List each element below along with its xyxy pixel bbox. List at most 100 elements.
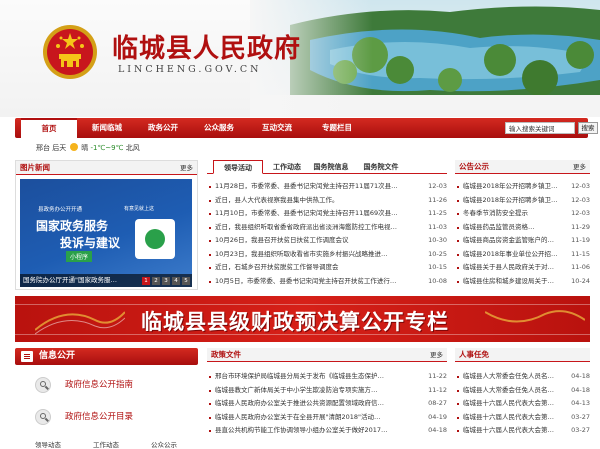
qr-code-icon bbox=[135, 219, 175, 259]
notice-item-date: 11-29 bbox=[571, 222, 590, 231]
search-button[interactable]: 搜索 bbox=[578, 122, 598, 134]
document-icon bbox=[21, 351, 33, 362]
policy-more-link[interactable]: 更多 bbox=[430, 348, 443, 362]
poster-small-text: 县政务办公开开通 bbox=[38, 207, 83, 213]
notice-more-link[interactable]: 更多 bbox=[573, 160, 586, 174]
news-item-date: 10-08 bbox=[428, 276, 447, 285]
tab-state-council-info[interactable]: 国务院信息 bbox=[307, 160, 355, 174]
policy-item[interactable]: 县直公共机构节能工作协调领导小组办公室关于做好2017… 04-18 bbox=[207, 424, 447, 438]
notice-item-date: 11-15 bbox=[571, 249, 590, 258]
sun-icon bbox=[70, 143, 79, 151]
notice-title: 公告公示 bbox=[459, 162, 489, 171]
notice-item-date: 11-06 bbox=[571, 263, 590, 271]
notice-list: 临城县2018年公开招聘乡镇卫… 12-03 临城县2018年公开招聘乡镇卫… 12-… bbox=[455, 180, 590, 288]
notice-item[interactable]: 临城县住房和城乡建设局关于… 10-24 bbox=[455, 275, 590, 289]
tab-work-news[interactable]: 工作动态 bbox=[267, 160, 307, 174]
policy-item[interactable]: 临城县人民政府办公室关于在全县开展"清朗2018"活动… 04-19 bbox=[207, 411, 447, 425]
notice-item[interactable]: 临城县2018年事业单位公开招… 11-15 bbox=[455, 248, 590, 262]
poster-tag: 小程序 bbox=[66, 251, 93, 262]
nav-news[interactable]: 新闻临城 bbox=[79, 118, 135, 138]
photo-page-2[interactable]: 2 bbox=[152, 277, 160, 285]
photo-news-title: 图片新闻 bbox=[20, 163, 50, 172]
site-header: 临城县人民政府 LINCHENG.GOV.CN bbox=[0, 0, 600, 117]
notice-panel: 公告公示 更多 临城县2018年公开招聘乡镇卫… 12-03 临城县2018年公开招… bbox=[455, 160, 590, 290]
site-title: 临城县人民政府 bbox=[112, 34, 302, 64]
news-item[interactable]: 11月10日，市委常委、县委书记宋闰党主持召开11届69次县… 11-25 bbox=[207, 207, 447, 221]
info-guide-label: 政府信息公开指南 bbox=[65, 380, 134, 390]
policy-item-title: 邢台市环境保护局临城县分局关于发布《临城县生态保护… bbox=[215, 372, 384, 380]
news-item[interactable]: 10月5日，市委常委、县委书记宋闰党主持召开扶贫工作进行… 10-08 bbox=[207, 275, 447, 289]
personnel-item[interactable]: 临城县十六届人民代表大会第… 03-27 bbox=[455, 424, 590, 438]
personnel-list: 临城县人大常委会任免人员名… 04-18 临城县人大常委会任免人员名… 04-18 临城… bbox=[455, 370, 590, 438]
policy-title: 政策文件 bbox=[211, 350, 241, 359]
nav-special-topics[interactable]: 专题栏目 bbox=[309, 118, 365, 138]
news-item-title: 10月26日，我县召开扶贫日扶贫工作调度会议 bbox=[215, 236, 349, 244]
info-catalog-link[interactable]: 政府信息公开目录 bbox=[35, 407, 195, 427]
personnel-item[interactable]: 临城县十六届人民代表大会第… 04-13 bbox=[455, 397, 590, 411]
news-item[interactable]: 10月26日，我县召开扶贫日扶贫工作调度会议 10-30 bbox=[207, 234, 447, 248]
policy-item-title: 临城县人民政府办公室关于在全县开展"清朗2018"活动… bbox=[215, 412, 381, 421]
nav-public-service[interactable]: 公众服务 bbox=[191, 118, 247, 138]
news-item-date: 11-25 bbox=[428, 209, 447, 217]
policy-item[interactable]: 临城县人民政府办公室关于推进公共资源配置领域政府信… 08-27 bbox=[207, 397, 447, 411]
notice-item[interactable]: 临城县2018年公开招聘乡镇卫… 12-03 bbox=[455, 180, 590, 194]
nav-interaction[interactable]: 互动交流 bbox=[249, 118, 305, 138]
personnel-item-date: 04-13 bbox=[571, 399, 590, 407]
personnel-item[interactable]: 临城县十六届人民代表大会第… 03-27 bbox=[455, 411, 590, 425]
personnel-header: 人事任免 bbox=[455, 348, 590, 362]
main-nav: 首页 新闻临城 政务公开 公众服务 互动交流 专题栏目 搜索 bbox=[15, 118, 598, 138]
poster-line1: 国家政务服务 bbox=[36, 219, 109, 233]
photo-page-4[interactable]: 4 bbox=[172, 277, 180, 285]
tab-state-council-docs[interactable]: 国务院文件 bbox=[357, 160, 405, 174]
ribbon-decoration-icon bbox=[35, 311, 125, 335]
info-guide-link[interactable]: 政府信息公开指南 bbox=[35, 375, 195, 395]
notice-item-date: 12-03 bbox=[571, 209, 590, 217]
finance-banner-text: 临城县县级财政预决算公开专栏 bbox=[141, 309, 449, 334]
nav-home[interactable]: 首页 bbox=[21, 118, 77, 138]
photo-news-more-link[interactable]: 更多 bbox=[180, 161, 193, 175]
personnel-item[interactable]: 临城县人大常委会任免人员名… 04-18 bbox=[455, 384, 590, 398]
photo-page-1[interactable]: 1 bbox=[142, 277, 150, 285]
news-item[interactable]: 11月28日，市委常委、县委书记宋闰党主持召开11届71次县… 12-03 bbox=[207, 180, 447, 194]
news-item-title: 近日，石城乡召开扶贫脱贫工作督导调度会 bbox=[215, 263, 339, 271]
nav-gov-affairs[interactable]: 政务公开 bbox=[135, 118, 191, 138]
notice-item[interactable]: 临城县商品房资金监管账户的… 11-19 bbox=[455, 234, 590, 248]
news-item[interactable]: 10月23日，我县组织听取收看省市实施乡村振兴战略推进… 10-25 bbox=[207, 248, 447, 262]
finance-banner[interactable]: 临城县县级财政预决算公开专栏 bbox=[15, 296, 590, 342]
news-item[interactable]: 近日，石城乡召开扶贫脱贫工作督导调度会 10-15 bbox=[207, 261, 447, 275]
notice-item-title: 临城县商品房资金监管账户的… bbox=[463, 236, 554, 244]
news-item-title: 11月28日，市委常委、县委书记宋闰党主持召开11届71次县… bbox=[215, 182, 398, 190]
personnel-item-title: 临城县人大常委会任免人员名… bbox=[463, 385, 554, 394]
poster-line2: 投诉与建议 bbox=[60, 236, 121, 250]
news-item-title: 近日，县人大代表视察我县集中供热工作。 bbox=[215, 195, 339, 204]
info-tab-public[interactable]: 公众公示 bbox=[151, 439, 177, 449]
info-tab-work[interactable]: 工作动态 bbox=[93, 439, 119, 449]
photo-page-3[interactable]: 3 bbox=[162, 277, 170, 285]
policy-item-date: 04-18 bbox=[428, 426, 447, 434]
tab-leader-activity[interactable]: 领导活动 bbox=[213, 160, 263, 174]
poster-qr-label: 有意见就上这 bbox=[124, 206, 155, 212]
photo-news-image[interactable]: 县政务办公开开通 国家政务服务 投诉与建议 小程序 有意见就上这 国务院办公厅开… bbox=[20, 179, 192, 287]
info-tab-leader[interactable]: 领导动态 bbox=[35, 439, 61, 449]
magnifier-icon bbox=[35, 377, 51, 393]
notice-item[interactable]: 临城县关于县人民政府关于对… 11-06 bbox=[455, 261, 590, 275]
photo-page-5[interactable]: 5 bbox=[182, 277, 190, 285]
news-item-date: 10-25 bbox=[428, 249, 447, 258]
policy-item[interactable]: 邢台市环境保护局临城县分局关于发布《临城县生态保护… 11-22 bbox=[207, 370, 447, 384]
news-item[interactable]: 近日，我县组织听取省委省政府派出省淡洲海鑑防控工作电视… 11-03 bbox=[207, 221, 447, 235]
news-item[interactable]: 近日，县人大代表视察我县集中供热工作。 11-26 bbox=[207, 194, 447, 208]
notice-item-date: 12-03 bbox=[571, 195, 590, 204]
info-tabs: 领导动态 工作动态 公众公示 bbox=[15, 439, 198, 449]
news-item-date: 11-26 bbox=[428, 195, 447, 204]
notice-item-date: 11-19 bbox=[571, 236, 590, 244]
policy-item[interactable]: 临城县教文广新体局关于中小学生欺凌防治专项实施方… 11-12 bbox=[207, 384, 447, 398]
landscape-banner bbox=[250, 0, 600, 117]
personnel-item-title: 临城县十六届人民代表大会第… bbox=[463, 426, 554, 434]
photo-news-header: 图片新闻 更多 bbox=[16, 161, 197, 175]
notice-item[interactable]: 冬春季节消防安全提示 12-03 bbox=[455, 207, 590, 221]
search-input[interactable] bbox=[505, 122, 575, 134]
notice-item[interactable]: 临城县2018年公开招聘乡镇卫… 12-03 bbox=[455, 194, 590, 208]
personnel-item[interactable]: 临城县人大常委会任免人员名… 04-18 bbox=[455, 370, 590, 384]
personnel-panel: 人事任免 临城县人大常委会任免人员名… 04-18 临城县人大常委会任免人员名… 04… bbox=[455, 348, 590, 449]
notice-item[interactable]: 临城县药品监管员资格… 11-29 bbox=[455, 221, 590, 235]
